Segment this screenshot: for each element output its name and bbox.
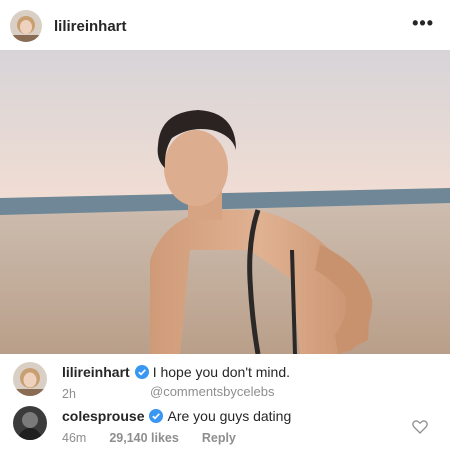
post-header: lilireinhart ••• — [0, 0, 450, 52]
heart-icon[interactable] — [412, 420, 428, 434]
comment-meta: 46m 29,140 likes Reply — [62, 431, 259, 445]
comment-text: Are you guys dating — [167, 408, 292, 424]
comment-line: colesprouse Are you guys dating — [62, 408, 291, 424]
comment-username[interactable]: colesprouse — [62, 408, 144, 424]
comment-row: lilireinhart I hope you don't mind. 2h @… — [0, 360, 450, 402]
avatar[interactable] — [13, 406, 47, 440]
comment-likes[interactable]: 29,140 likes — [109, 431, 179, 445]
post-username[interactable]: lilireinhart — [54, 18, 127, 35]
comment-username[interactable]: lilireinhart — [62, 364, 130, 380]
verified-badge-icon — [134, 365, 149, 379]
comment-meta: 2h — [62, 387, 99, 401]
comment-time: 2h — [62, 387, 76, 401]
watermark: @commentsbycelebs — [150, 384, 275, 399]
post-photo — [0, 50, 450, 354]
comment-time: 46m — [62, 431, 87, 445]
verified-badge-icon — [149, 409, 164, 423]
avatar[interactable] — [13, 362, 47, 396]
comment-text: I hope you don't mind. — [152, 364, 291, 380]
comment-row: colesprouse Are you guys dating 46m 29,1… — [0, 404, 450, 448]
more-horizontal-icon[interactable]: ••• — [412, 14, 434, 32]
reply-button[interactable]: Reply — [202, 431, 236, 445]
comment-line: lilireinhart I hope you don't mind. — [62, 364, 290, 380]
avatar[interactable] — [10, 10, 42, 42]
